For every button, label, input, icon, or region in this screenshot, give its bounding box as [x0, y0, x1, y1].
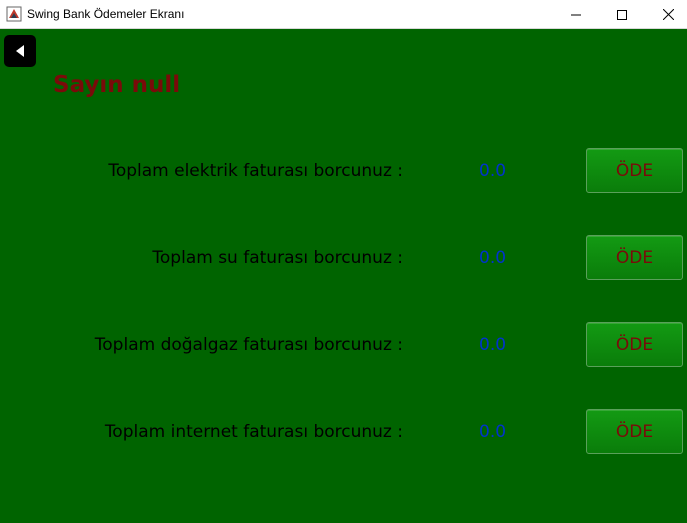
pay-internet-button[interactable]: ÖDE	[586, 409, 683, 454]
window-titlebar: Swing Bank Ödemeler Ekranı	[0, 0, 687, 29]
minimize-button[interactable]	[553, 0, 599, 29]
maximize-button[interactable]	[599, 0, 645, 29]
pay-gas-button[interactable]: ÖDE	[586, 322, 683, 367]
internet-debt-amount: 0.0	[479, 422, 507, 442]
back-arrow-icon	[16, 45, 24, 57]
gas-debt-label: Toplam doğalgaz faturası borcunuz :	[94, 335, 403, 355]
back-button[interactable]	[4, 35, 36, 67]
payments-panel: Sayın null Toplam elektrik faturası borc…	[0, 29, 687, 523]
electricity-debt-label: Toplam elektrik faturası borcunuz :	[108, 161, 403, 181]
maximize-icon	[617, 9, 627, 20]
app-icon	[6, 6, 22, 22]
gas-debt-amount: 0.0	[479, 335, 507, 355]
window-title: Swing Bank Ödemeler Ekranı	[27, 7, 185, 21]
water-debt-label: Toplam su faturası borcunuz :	[152, 248, 403, 268]
internet-debt-label: Toplam internet faturası borcunuz :	[104, 422, 403, 442]
close-icon	[662, 9, 674, 20]
electricity-debt-amount: 0.0	[479, 161, 507, 181]
close-button[interactable]	[645, 0, 687, 29]
pay-water-button[interactable]: ÖDE	[586, 235, 683, 280]
water-debt-amount: 0.0	[479, 248, 507, 268]
minimize-icon	[571, 14, 581, 15]
greeting-label: Sayın null	[53, 72, 181, 98]
pay-electricity-button[interactable]: ÖDE	[586, 148, 683, 193]
